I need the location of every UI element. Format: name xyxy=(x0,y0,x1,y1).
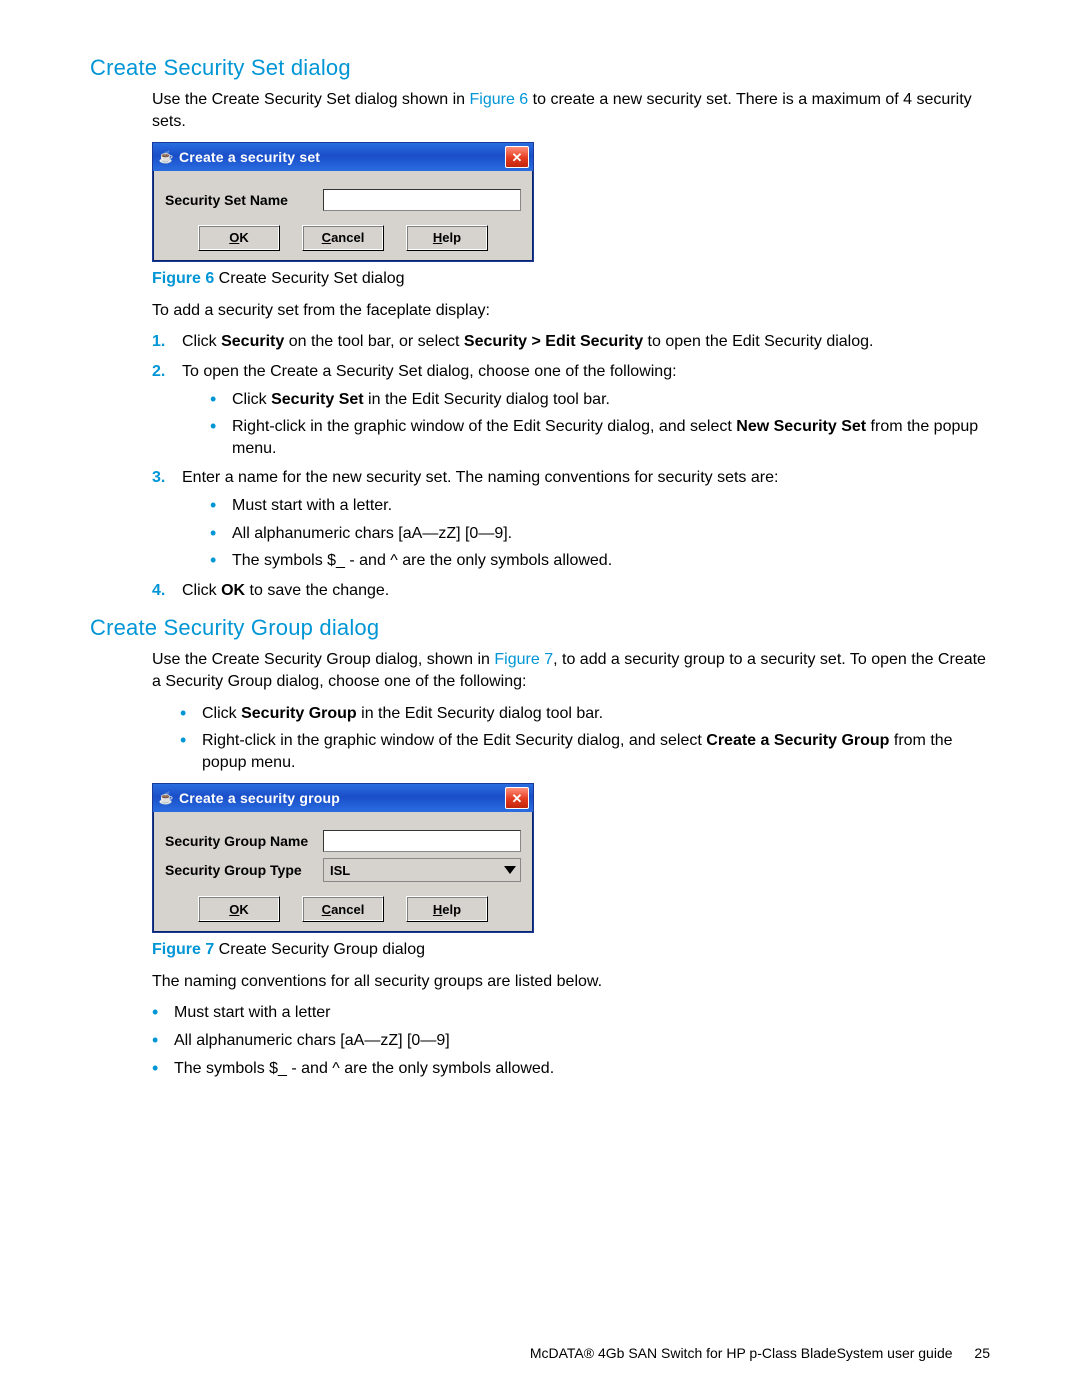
input-security-group-name[interactable] xyxy=(323,830,521,852)
bold: Security Set xyxy=(271,391,363,408)
step-3-bullet-3: The symbols $_ - and ^ are the only symb… xyxy=(210,550,990,572)
figure-6-caption: Figure 6 Create Security Set dialog xyxy=(152,268,990,290)
help-button[interactable]: Help xyxy=(406,225,488,251)
naming-bullet-2: All alphanumeric chars [aA—zZ] [0—9] xyxy=(152,1030,990,1052)
intro-2: Use the Create Security Group dialog, sh… xyxy=(152,649,990,692)
label-security-group-name: Security Group Name xyxy=(165,832,315,851)
figure-title: Create Security Set dialog xyxy=(214,270,404,287)
bold: Create a Security Group xyxy=(706,732,889,749)
link-figure-6[interactable]: Figure 6 xyxy=(470,91,529,108)
text: Click xyxy=(232,391,271,408)
bold: New Security Set xyxy=(736,418,866,435)
text: to save the change. xyxy=(245,582,389,599)
help-button[interactable]: Help xyxy=(406,896,488,922)
text: Enter a name for the new security set. T… xyxy=(182,469,778,486)
page-footer: McDATA® 4Gb SAN Switch for HP p-Class Bl… xyxy=(530,1345,990,1361)
text: Click xyxy=(182,333,221,350)
select-security-group-type[interactable]: ISL xyxy=(323,858,521,882)
dialog-create-security-group: ☕ Create a security group ✕ Security Gro… xyxy=(152,783,534,933)
text: Use the Create Security Group dialog, sh… xyxy=(152,651,494,668)
dialog-create-security-set: ☕ Create a security set ✕ Security Set N… xyxy=(152,142,534,262)
label-security-set-name: Security Set Name xyxy=(165,191,315,210)
bold: OK xyxy=(221,582,245,599)
figure-title: Create Security Group dialog xyxy=(214,941,425,958)
dialog-title: Create a security set xyxy=(179,148,499,167)
text: in the Edit Security dialog tool bar. xyxy=(357,705,603,722)
bold: Security > Edit Security xyxy=(464,333,643,350)
text: Use the Create Security Set dialog shown… xyxy=(152,91,470,108)
input-security-set-name[interactable] xyxy=(323,189,521,211)
intro-1: Use the Create Security Set dialog shown… xyxy=(152,89,990,132)
chevron-down-icon xyxy=(504,866,516,874)
page-number: 25 xyxy=(974,1345,990,1361)
ok-button[interactable]: OK xyxy=(198,896,280,922)
step-3-bullet-2: All alphanumeric chars [aA—zZ] [0—9]. xyxy=(210,523,990,545)
java-icon: ☕ xyxy=(159,150,173,164)
text: Right-click in the graphic window of the… xyxy=(232,418,736,435)
dialog-titlebar: ☕ Create a security group ✕ xyxy=(153,784,533,812)
text: Click xyxy=(182,582,221,599)
close-icon[interactable]: ✕ xyxy=(505,146,529,168)
cancel-button[interactable]: Cancel xyxy=(302,896,384,922)
text: To open the Create a Security Set dialog… xyxy=(182,363,677,380)
footer-text: McDATA® 4Gb SAN Switch for HP p-Class Bl… xyxy=(530,1345,953,1361)
java-icon: ☕ xyxy=(159,791,173,805)
step-3-bullet-1: Must start with a letter. xyxy=(210,495,990,517)
figure-number: Figure 7 xyxy=(152,941,214,958)
text: in the Edit Security dialog tool bar. xyxy=(364,391,610,408)
figure-7-caption: Figure 7 Create Security Group dialog xyxy=(152,939,990,961)
steps-list-1: 1. Click Security on the tool bar, or se… xyxy=(152,331,990,601)
link-figure-7[interactable]: Figure 7 xyxy=(494,651,553,668)
text: on the tool bar, or select xyxy=(284,333,464,350)
intro2-bullet-1: Click Security Group in the Edit Securit… xyxy=(180,703,990,725)
lead-2: The naming conventions for all security … xyxy=(152,971,990,993)
step-2-bullet-1: Click Security Set in the Edit Security … xyxy=(210,389,990,411)
step-2: 2. To open the Create a Security Set dia… xyxy=(152,361,990,459)
select-value: ISL xyxy=(330,862,350,880)
intro2-bullet-2: Right-click in the graphic window of the… xyxy=(180,730,990,773)
lead-1: To add a security set from the faceplate… xyxy=(152,300,990,322)
ok-button[interactable]: OK xyxy=(198,225,280,251)
step-3: 3. Enter a name for the new security set… xyxy=(152,467,990,571)
heading-create-security-set: Create Security Set dialog xyxy=(90,55,990,81)
dialog-title: Create a security group xyxy=(179,789,499,808)
text: Click xyxy=(202,705,241,722)
figure-number: Figure 6 xyxy=(152,270,214,287)
bold: Security xyxy=(221,333,284,350)
dialog-titlebar: ☕ Create a security set ✕ xyxy=(153,143,533,171)
step-4: 4. Click OK to save the change. xyxy=(152,580,990,602)
label-security-group-type: Security Group Type xyxy=(165,861,315,880)
naming-bullet-1: Must start with a letter xyxy=(152,1002,990,1024)
text: to open the Edit Security dialog. xyxy=(643,333,873,350)
step-1: 1. Click Security on the tool bar, or se… xyxy=(152,331,990,353)
cancel-button[interactable]: Cancel xyxy=(302,225,384,251)
naming-bullet-3: The symbols $_ - and ^ are the only symb… xyxy=(152,1058,990,1080)
text: Right-click in the graphic window of the… xyxy=(202,732,706,749)
close-icon[interactable]: ✕ xyxy=(505,787,529,809)
heading-create-security-group: Create Security Group dialog xyxy=(90,615,990,641)
step-2-bullet-2: Right-click in the graphic window of the… xyxy=(210,416,990,459)
bold: Security Group xyxy=(241,705,357,722)
